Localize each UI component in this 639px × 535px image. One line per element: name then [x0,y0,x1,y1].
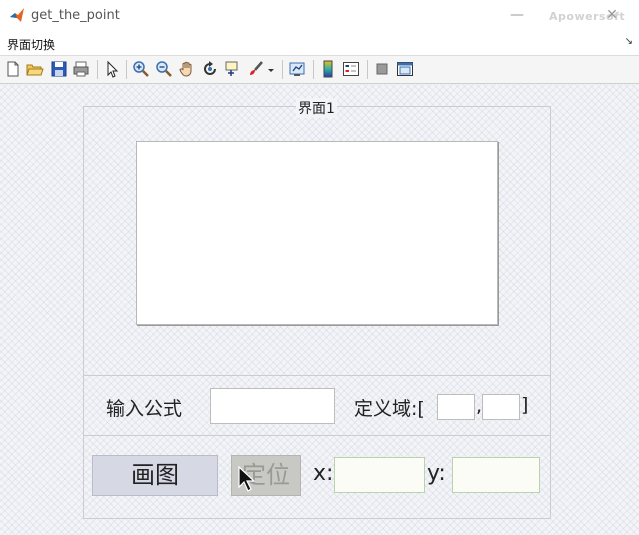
select-arrow-icon[interactable] [103,60,121,78]
panel-title: 界面1 [296,98,337,118]
minimize-button[interactable]: — [508,7,526,23]
y-value-field[interactable] [452,457,540,493]
rotate-3d-icon[interactable] [201,60,219,78]
panel-action-row: 画图 定位 x: y: [83,435,551,519]
toolbar-separator [126,60,127,79]
plot-button[interactable]: 画图 [92,455,218,496]
matlab-app-icon [10,8,24,22]
formula-label: 输入公式 [106,398,183,420]
open-file-icon[interactable] [26,60,44,78]
zoom-out-icon[interactable] [155,60,173,78]
domain-max-input[interactable] [482,394,520,420]
formula-input[interactable] [210,388,335,424]
close-button[interactable]: ✕ [603,7,621,23]
y-label: y: [427,461,446,486]
zoom-in-icon[interactable] [132,60,150,78]
domain-label: 定义域:[ [354,398,425,420]
figure-canvas: 界面1 输入公式 定义域:[ , ] 画图 定位 x: y: [0,84,639,535]
plot-axes[interactable] [136,141,498,325]
brush-dropdown-icon[interactable] [266,60,276,78]
toolbar-separator [97,60,98,79]
data-cursor-icon[interactable] [224,60,242,78]
hide-plot-tools-icon[interactable] [373,60,391,78]
colorbar-icon[interactable] [319,60,337,78]
brush-icon[interactable] [247,60,265,78]
figure-toolbar [0,56,639,84]
link-plot-icon[interactable] [288,60,306,78]
domain-close-bracket: ] [521,394,529,416]
toolbar-separator [282,60,283,79]
new-figure-icon[interactable] [4,60,22,78]
save-icon[interactable] [50,60,68,78]
panel-interface-1: 界面1 [83,98,551,376]
title-bar: get_the_point Apowersoft — ✕ [0,0,639,34]
menubar-collapse-icon[interactable]: ↘ [625,36,633,47]
window-title: get_the_point [31,8,120,23]
toolbar-separator [367,60,368,79]
mouse-pointer-icon [238,466,255,492]
menu-bar: 界面切换 ↘ [0,33,639,56]
legend-icon[interactable] [342,60,360,78]
x-label: x: [313,461,334,486]
pan-hand-icon[interactable] [178,60,196,78]
panel-input-row: 输入公式 定义域:[ , ] [83,375,551,436]
print-icon[interactable] [72,60,90,78]
x-value-field[interactable] [334,457,425,493]
toolbar-separator [313,60,314,79]
show-plot-tools-icon[interactable] [396,60,414,78]
menu-item-switch-ui[interactable]: 界面切换 [7,36,55,53]
domain-min-input[interactable] [437,394,475,420]
